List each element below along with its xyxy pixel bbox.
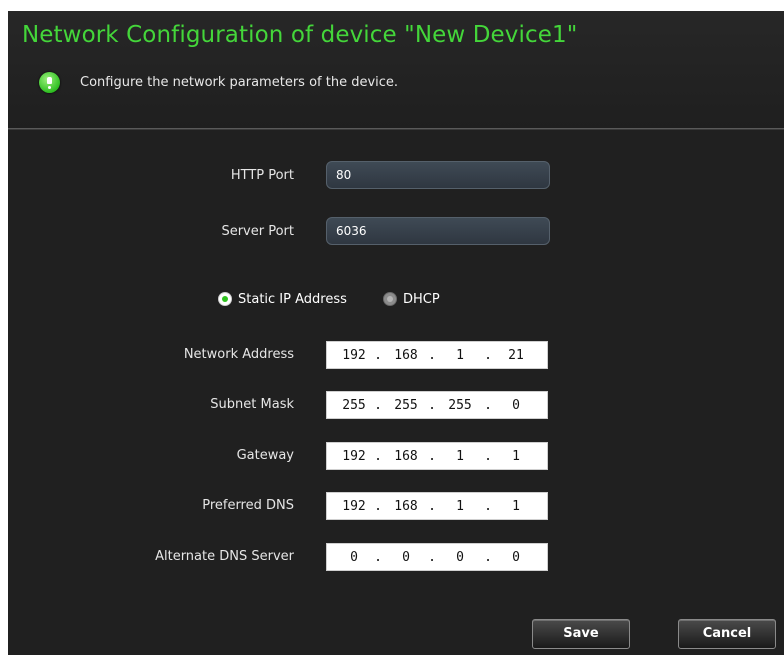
subnet-mask-field[interactable]: 255 . 255 . 255 . 0 bbox=[326, 391, 548, 419]
static-ip-radio[interactable] bbox=[218, 292, 232, 306]
ip-octet[interactable]: 0 bbox=[443, 550, 477, 565]
ip-dot: . bbox=[484, 499, 492, 514]
subnet-mask-label: Subnet Mask bbox=[210, 397, 294, 412]
server-port-label: Server Port bbox=[221, 224, 294, 239]
preferred-dns-field[interactable]: 192 . 168 . 1 . 1 bbox=[326, 492, 548, 520]
ip-dot: . bbox=[484, 449, 492, 464]
dialog-header: Network Configuration of device "New Dev… bbox=[8, 11, 784, 129]
ip-dot: . bbox=[374, 550, 382, 565]
server-port-input[interactable]: 6036 bbox=[326, 217, 550, 245]
preferred-dns-label: Preferred DNS bbox=[202, 498, 294, 513]
dialog-title: Network Configuration of device "New Dev… bbox=[22, 22, 578, 48]
ip-dot: . bbox=[374, 499, 382, 514]
ip-octet[interactable]: 1 bbox=[499, 449, 533, 464]
static-ip-label: Static IP Address bbox=[238, 291, 347, 307]
ip-dot: . bbox=[428, 550, 436, 565]
ip-octet[interactable]: 192 bbox=[337, 348, 371, 363]
ip-octet[interactable]: 255 bbox=[443, 398, 477, 413]
header-separator bbox=[8, 128, 784, 130]
ip-octet[interactable]: 0 bbox=[337, 550, 371, 565]
static-ip-option[interactable]: Static IP Address bbox=[218, 289, 347, 309]
http-port-input[interactable]: 80 bbox=[326, 161, 550, 189]
ip-dot: . bbox=[428, 348, 436, 363]
ip-dot: . bbox=[374, 348, 382, 363]
dhcp-radio[interactable] bbox=[383, 292, 397, 306]
http-port-label: HTTP Port bbox=[230, 168, 294, 183]
ip-dot: . bbox=[484, 348, 492, 363]
network-address-field[interactable]: 192 . 168 . 1 . 21 bbox=[326, 341, 548, 369]
ip-octet[interactable]: 168 bbox=[389, 499, 423, 514]
ip-octet[interactable]: 255 bbox=[337, 398, 371, 413]
dhcp-option[interactable]: DHCP bbox=[383, 289, 440, 309]
ip-octet[interactable]: 168 bbox=[389, 449, 423, 464]
info-bubble-icon bbox=[39, 72, 60, 93]
save-button[interactable]: Save bbox=[532, 619, 630, 649]
ip-octet[interactable]: 1 bbox=[443, 499, 477, 514]
ip-dot: . bbox=[428, 499, 436, 514]
cancel-button[interactable]: Cancel bbox=[678, 619, 776, 649]
ip-octet[interactable]: 168 bbox=[389, 348, 423, 363]
ip-octet[interactable]: 192 bbox=[337, 449, 371, 464]
ip-dot: . bbox=[484, 550, 492, 565]
ip-octet[interactable]: 0 bbox=[499, 550, 533, 565]
alternate-dns-field[interactable]: 0 . 0 . 0 . 0 bbox=[326, 543, 548, 571]
ip-octet[interactable]: 0 bbox=[499, 398, 533, 413]
gateway-label: Gateway bbox=[236, 448, 294, 463]
ip-octet[interactable]: 21 bbox=[499, 348, 533, 363]
ip-octet[interactable]: 1 bbox=[499, 499, 533, 514]
dialog-hint: Configure the network parameters of the … bbox=[80, 75, 399, 90]
ip-dot: . bbox=[428, 398, 436, 413]
network-config-dialog: Network Configuration of device "New Dev… bbox=[8, 11, 784, 655]
gateway-field[interactable]: 192 . 168 . 1 . 1 bbox=[326, 442, 548, 470]
ip-octet[interactable]: 255 bbox=[389, 398, 423, 413]
dhcp-label: DHCP bbox=[403, 291, 440, 307]
ip-octet[interactable]: 192 bbox=[337, 499, 371, 514]
ip-dot: . bbox=[428, 449, 436, 464]
alternate-dns-label: Alternate DNS Server bbox=[155, 549, 294, 564]
ip-dot: . bbox=[374, 449, 382, 464]
ip-dot: . bbox=[484, 398, 492, 413]
ip-dot: . bbox=[374, 398, 382, 413]
network-address-label: Network Address bbox=[183, 347, 294, 362]
ip-octet[interactable]: 1 bbox=[443, 449, 477, 464]
ip-octet[interactable]: 1 bbox=[443, 348, 477, 363]
ip-octet[interactable]: 0 bbox=[389, 550, 423, 565]
